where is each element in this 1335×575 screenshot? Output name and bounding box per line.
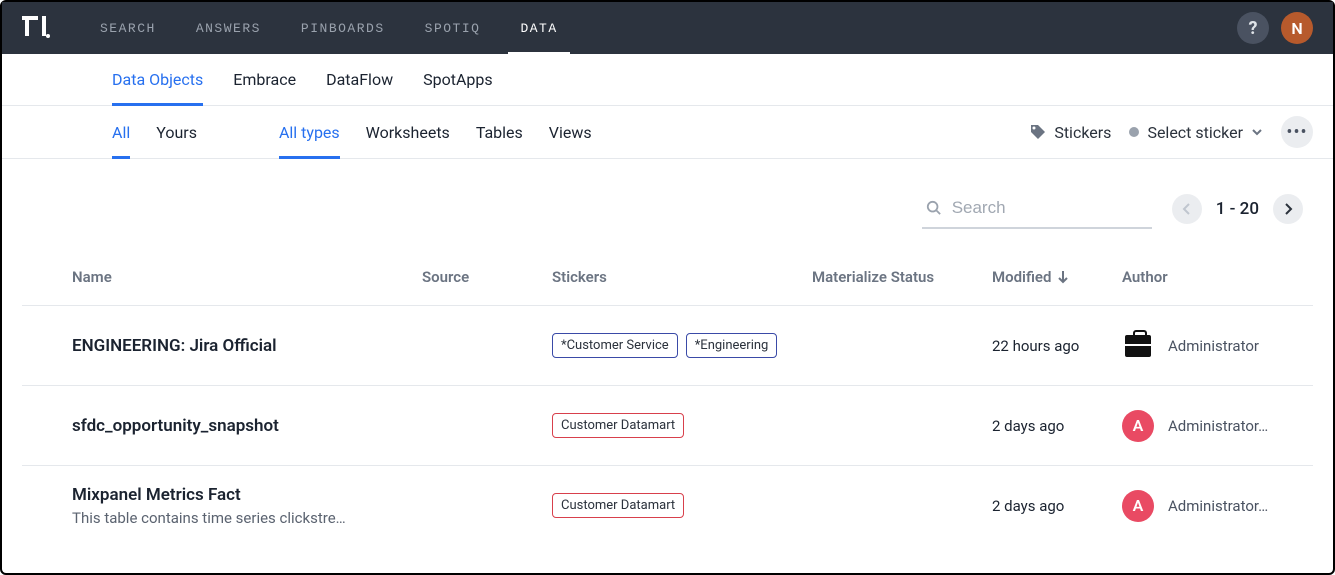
modified-cell: 2 days ago <box>992 497 1122 515</box>
tag-icon <box>1030 124 1046 140</box>
table-row[interactable]: ENGINEERING: Jira Official *Customer Ser… <box>22 305 1313 385</box>
name-cell: ENGINEERING: Jira Official <box>72 336 422 356</box>
row-title: ENGINEERING: Jira Official <box>72 336 422 356</box>
sticker-pill[interactable]: Customer Datamart <box>552 413 684 438</box>
filter-row: All Yours All types Worksheets Tables Vi… <box>2 106 1333 159</box>
table-row[interactable]: Mixpanel Metrics Fact This table contain… <box>22 465 1313 545</box>
sticker-cell: *Customer Service *Engineering <box>552 333 812 358</box>
ownership-filter: All Yours <box>112 106 197 159</box>
author-name: Administrator… <box>1168 417 1268 435</box>
tab-dataflow[interactable]: DataFlow <box>326 54 393 106</box>
page-range: 1 - 20 <box>1216 199 1259 219</box>
filter-worksheets[interactable]: Worksheets <box>366 106 450 159</box>
row-desc: This table contains time series clickstr… <box>72 509 402 527</box>
nav-data[interactable]: DATA <box>520 2 557 54</box>
tab-spotapps[interactable]: SpotApps <box>423 54 493 106</box>
sticker-pill[interactable]: *Customer Service <box>552 333 678 358</box>
chevron-down-icon <box>1251 126 1263 138</box>
nav-spotiq[interactable]: SPOTIQ <box>425 2 481 54</box>
filter-all[interactable]: All <box>112 106 130 159</box>
more-button[interactable]: ••• <box>1281 116 1313 148</box>
next-page-button[interactable] <box>1273 194 1303 224</box>
app-logo[interactable] <box>22 14 50 42</box>
sticker-pill[interactable]: *Engineering <box>686 333 778 358</box>
nav-search[interactable]: SEARCH <box>100 2 156 54</box>
pagination: 1 - 20 <box>1172 194 1303 224</box>
briefcase-icon <box>1125 335 1151 357</box>
filter-all-types[interactable]: All types <box>279 106 340 159</box>
table-row[interactable]: sfdc_opportunity_snapshot Customer Datam… <box>22 385 1313 465</box>
author-avatar <box>1122 330 1154 362</box>
th-modified[interactable]: Modified <box>992 268 1122 286</box>
sort-desc-icon <box>1057 270 1069 284</box>
sticker-cell: Customer Datamart <box>552 493 812 518</box>
data-table: Name Source Stickers Materialize Status … <box>2 249 1333 545</box>
sticker-cell: Customer Datamart <box>552 413 812 438</box>
select-sticker-label: Select sticker <box>1147 123 1243 142</box>
nav-pinboards[interactable]: PINBOARDS <box>301 2 385 54</box>
type-filter: All types Worksheets Tables Views <box>279 106 592 159</box>
modified-cell: 22 hours ago <box>992 337 1122 355</box>
search-input[interactable] <box>952 198 1148 218</box>
name-cell: sfdc_opportunity_snapshot <box>72 416 422 436</box>
stickers-button[interactable]: Stickers <box>1030 123 1111 142</box>
modified-cell: 2 days ago <box>992 417 1122 435</box>
help-button[interactable]: ? <box>1237 12 1269 44</box>
top-nav: SEARCH ANSWERS PINBOARDS SPOTIQ DATA ? N <box>2 2 1333 54</box>
th-modified-label: Modified <box>992 268 1051 286</box>
toolbar: 1 - 20 <box>2 159 1333 249</box>
author-avatar: A <box>1122 490 1154 522</box>
filter-yours[interactable]: Yours <box>156 106 197 159</box>
th-materialize[interactable]: Materialize Status <box>812 268 992 286</box>
row-title: Mixpanel Metrics Fact <box>72 485 422 505</box>
author-name: Administrator… <box>1168 497 1268 515</box>
prev-page-button[interactable] <box>1172 194 1202 224</box>
author-avatar: A <box>1122 410 1154 442</box>
nav-answers[interactable]: ANSWERS <box>196 2 261 54</box>
tab-embrace[interactable]: Embrace <box>233 54 296 106</box>
search-icon <box>926 199 942 217</box>
row-title: sfdc_opportunity_snapshot <box>72 416 422 436</box>
select-sticker-button[interactable]: Select sticker <box>1129 123 1263 142</box>
author-name: Administrator <box>1168 337 1259 355</box>
stickers-label: Stickers <box>1054 123 1111 142</box>
chevron-right-icon <box>1283 203 1293 215</box>
user-avatar[interactable]: N <box>1281 12 1313 44</box>
top-nav-items: SEARCH ANSWERS PINBOARDS SPOTIQ DATA <box>100 2 558 54</box>
author-cell: A Administrator… <box>1122 410 1322 442</box>
tab-data-objects[interactable]: Data Objects <box>112 54 203 106</box>
dot-icon <box>1129 127 1139 137</box>
table-header: Name Source Stickers Materialize Status … <box>22 249 1313 305</box>
dots-icon: ••• <box>1286 122 1307 143</box>
th-stickers[interactable]: Stickers <box>552 268 812 286</box>
top-nav-right: ? N <box>1237 12 1313 44</box>
th-source[interactable]: Source <box>422 268 552 286</box>
sticker-pill[interactable]: Customer Datamart <box>552 493 684 518</box>
filter-tables[interactable]: Tables <box>476 106 523 159</box>
chevron-left-icon <box>1182 203 1192 215</box>
th-name[interactable]: Name <box>72 268 422 286</box>
name-cell: Mixpanel Metrics Fact This table contain… <box>72 485 422 527</box>
author-cell: Administrator <box>1122 330 1322 362</box>
th-author[interactable]: Author <box>1122 268 1322 286</box>
sub-tabs: Data Objects Embrace DataFlow SpotApps <box>2 54 1333 106</box>
author-cell: A Administrator… <box>1122 490 1322 522</box>
filter-views[interactable]: Views <box>549 106 592 159</box>
search-box[interactable] <box>922 189 1152 229</box>
